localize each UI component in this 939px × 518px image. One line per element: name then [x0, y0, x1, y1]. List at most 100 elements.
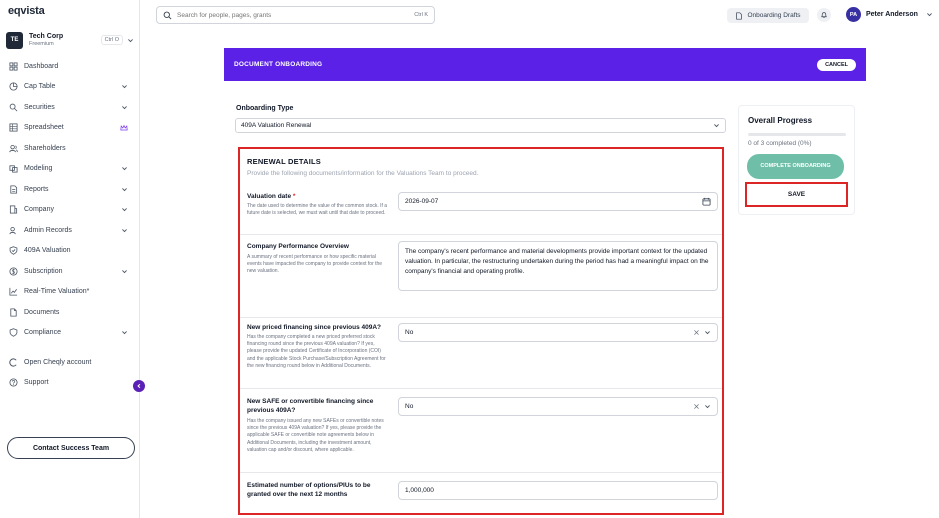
priced-financing-select[interactable]: No: [398, 323, 718, 342]
search-input[interactable]: [177, 11, 415, 19]
sidebar-item-label: Real-Time Valuation*: [24, 288, 90, 296]
collapse-sidebar-button[interactable]: [133, 380, 145, 392]
sidebar-item-label: Open Cheqly account: [24, 358, 92, 366]
page-header-banner: DOCUMENT ONBOARDING CANCEL: [224, 48, 866, 81]
progress-count: 0 of 3 completed (0%): [748, 140, 812, 147]
chevron-down-icon: [120, 83, 128, 91]
sidebar-item-company[interactable]: Company: [0, 200, 140, 221]
contact-success-team-button[interactable]: Contact Success Team: [7, 437, 135, 459]
onboarding-type-label: Onboarding Type: [236, 105, 294, 112]
bell-icon: [821, 12, 827, 18]
chevron-down-icon: [714, 124, 719, 128]
cancel-button[interactable]: CANCEL: [817, 58, 856, 71]
sidebar: eqvista TE Tech Corp Freemium Ctrl O Das…: [0, 0, 140, 518]
org-plan: Freemium: [29, 40, 54, 47]
crown-icon: [120, 124, 128, 132]
chevron-down-icon: [120, 267, 128, 275]
chevron-down-icon: [120, 206, 128, 214]
org-name: Tech Corp: [29, 32, 64, 40]
safe-financing-row: New SAFE or convertible financing since …: [240, 389, 722, 473]
clear-icon[interactable]: [693, 329, 700, 336]
sidebar-item-documents[interactable]: Documents: [0, 302, 140, 323]
safe-financing-value: No: [405, 403, 414, 410]
org-text: Tech Corp Freemium: [29, 33, 101, 48]
app-logo[interactable]: eqvista: [8, 5, 45, 17]
progress-title: Overall Progress: [748, 116, 813, 125]
company-performance-row: Company Performance Overview A summary o…: [240, 235, 722, 318]
company-performance-description: A summary of recent performance or how s…: [247, 254, 383, 275]
renewal-details-section: RENEWAL DETAILS Provide the following do…: [238, 147, 724, 515]
global-search[interactable]: Ctrl K: [156, 6, 435, 24]
sidebar-item-cap-table[interactable]: Cap Table: [0, 77, 140, 98]
company-performance-label: Company Performance Overview: [247, 243, 349, 250]
drafts-label: Onboarding Drafts: [747, 12, 801, 19]
sidebar-item-support[interactable]: Support: [0, 373, 140, 394]
org-shortcut: Ctrl O: [100, 35, 123, 45]
org-avatar: TE: [6, 31, 23, 49]
sidebar-item-label: Admin Records: [24, 226, 72, 234]
sidebar-item-reports[interactable]: Reports: [0, 179, 140, 200]
org-switcher[interactable]: TE Tech Corp Freemium Ctrl O: [6, 30, 134, 50]
sidebar-item-label: Securities: [24, 103, 55, 111]
user-menu[interactable]: PA Peter Anderson: [846, 7, 934, 22]
sidebar-item-label: Documents: [24, 308, 60, 316]
chevron-down-icon: [120, 226, 128, 234]
save-button[interactable]: SAVE: [745, 182, 848, 207]
valuation-date-value: 2026-09-07: [405, 198, 439, 205]
cheqly-icon: [9, 358, 18, 367]
chevron-down-icon: [120, 165, 128, 173]
options-estimate-input[interactable]: 1,000,000: [398, 481, 718, 500]
valuation-date-input[interactable]: 2026-09-07: [398, 192, 718, 211]
complete-onboarding-button[interactable]: COMPLETE ONBOARDING: [747, 154, 844, 179]
reports-icon: [9, 185, 18, 194]
options-estimate-row: Estimated number of options/PIUs to be g…: [240, 473, 722, 513]
sidebar-item-spreadsheet[interactable]: Spreadsheet: [0, 118, 140, 139]
clear-icon[interactable]: [693, 403, 700, 410]
sidebar-item-label: Shareholders: [24, 144, 66, 152]
company-performance-textarea[interactable]: The company's recent performance and mat…: [398, 241, 718, 291]
safe-financing-label: New SAFE or convertible financing since …: [247, 398, 374, 414]
chevron-down-icon: [705, 405, 710, 409]
sidebar-item-dashboard[interactable]: Dashboard: [0, 56, 140, 77]
subscription-icon: [9, 267, 18, 276]
sidebar-item-modeling[interactable]: Modeling: [0, 159, 140, 180]
sidebar-item-label: Compliance: [24, 329, 61, 337]
chevron-left-icon: [137, 383, 141, 389]
options-estimate-value: 1,000,000: [405, 487, 434, 494]
sidebar-item-compliance[interactable]: Compliance: [0, 323, 140, 344]
onboarding-drafts-button[interactable]: Onboarding Drafts: [727, 8, 809, 23]
valuation-date-row: Valuation date * The date used to determ…: [240, 185, 722, 235]
sidebar-item-label: Spreadsheet: [24, 124, 64, 132]
grid-icon: [9, 62, 18, 71]
safe-financing-select[interactable]: No: [398, 397, 718, 416]
chevron-down-icon: [120, 103, 128, 111]
sidebar-item-shareholders[interactable]: Shareholders: [0, 138, 140, 159]
sidebar-item-real-time-valuation[interactable]: Real-Time Valuation*: [0, 282, 140, 303]
priced-financing-label: New priced financing since previous 409A…: [247, 324, 382, 331]
search-shortcut: Ctrl K: [414, 12, 428, 18]
safe-financing-description: Has the company issued any new SAFEs or …: [247, 418, 384, 453]
onboarding-type-value: 409A Valuation Renewal: [241, 122, 312, 129]
sidebar-nav: Dashboard Cap Table Securities Spreadshe…: [0, 56, 140, 393]
section-title: RENEWAL DETAILS: [247, 157, 321, 166]
modeling-icon: [9, 164, 18, 173]
sidebar-item-subscription[interactable]: Subscription: [0, 261, 140, 282]
company-icon: [9, 205, 18, 214]
valuation-date-description: The date used to determine the value of …: [247, 203, 388, 217]
priced-financing-row: New priced financing since previous 409A…: [240, 318, 722, 389]
avatar: PA: [846, 7, 861, 22]
notifications-button[interactable]: [817, 8, 831, 22]
calendar-icon[interactable]: [702, 197, 711, 206]
valuation-date-label: Valuation date *: [247, 193, 296, 200]
users-icon: [9, 144, 18, 153]
document-icon: [9, 308, 18, 317]
progress-bar: [748, 133, 846, 136]
onboarding-type-select[interactable]: 409A Valuation Renewal: [235, 118, 726, 133]
sidebar-item-securities[interactable]: Securities: [0, 97, 140, 118]
user-name: Peter Anderson: [866, 11, 918, 18]
sidebar-item-open-cheqly[interactable]: Open Cheqly account: [0, 352, 140, 373]
spreadsheet-icon: [9, 123, 18, 132]
sidebar-item-409a-valuation[interactable]: 409A Valuation: [0, 241, 140, 262]
sidebar-item-admin-records[interactable]: Admin Records: [0, 220, 140, 241]
chevron-down-icon: [120, 185, 128, 193]
